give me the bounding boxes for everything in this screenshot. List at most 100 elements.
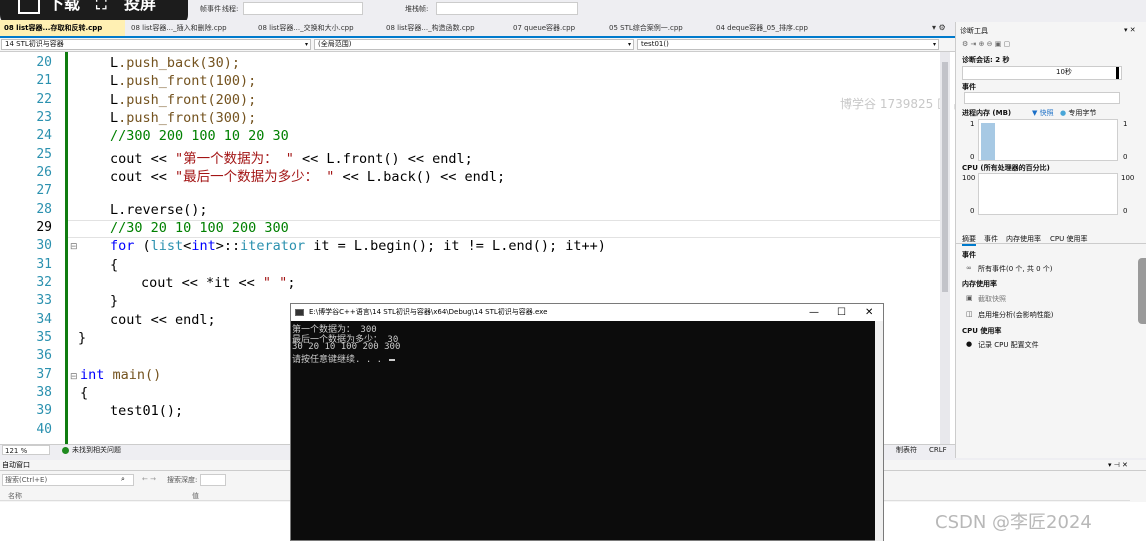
code-line-34: cout << endl; <box>110 312 216 328</box>
line-number-current: 29 <box>36 220 52 235</box>
thread-dropdown[interactable] <box>243 2 363 15</box>
tab-summary[interactable]: 摘要 <box>962 234 976 246</box>
code-line-25: cout << "第一个数据为： " << L.front() << endl; <box>110 151 473 167</box>
fullscreen-icon[interactable]: ⛶ <box>96 0 107 14</box>
line-number: 39 <box>36 403 52 418</box>
events-track[interactable] <box>964 92 1120 104</box>
tab-list-constructor[interactable]: 08 list容器..._构造函数.cpp <box>382 20 506 36</box>
line-number: 23 <box>36 110 52 125</box>
tab-list-swap-size[interactable]: 08 list容器..._交换和大小.cpp <box>254 20 380 36</box>
mem-max-left: 1 <box>970 120 975 128</box>
close-icon[interactable]: ✕ <box>865 304 873 321</box>
diag-tabs: 摘要 事件 内存使用率 CPU 使用率 <box>956 230 1146 246</box>
line-number: 31 <box>36 257 52 272</box>
code-line-35: } <box>78 330 87 346</box>
diag-toolbar-icons[interactable]: ⚙ ⇥ ⊕ ⊖ ▣ ▢ <box>962 40 1010 48</box>
cpu-max-right: 100 <box>1121 174 1135 182</box>
mem-min-right: 0 <box>1123 153 1128 161</box>
cpu-min-right: 0 <box>1123 207 1128 215</box>
line-number: 28 <box>36 202 52 217</box>
console-scrollbar[interactable] <box>875 321 883 541</box>
line-number: 35 <box>36 330 52 345</box>
line-number-gutter: 20 21 22 23 24 25 26 27 28 29 30 31 32 3… <box>0 52 62 444</box>
scope-dropdown[interactable]: (全局范围) ▾ <box>314 39 634 50</box>
cpu-section-title: CPU 使用率 <box>962 327 1002 335</box>
line-number: 22 <box>36 92 52 107</box>
line-number: 38 <box>36 385 52 400</box>
tab-list-access-reverse[interactable]: 08 list容器...存取和反转.cpp <box>0 20 125 36</box>
cpu-max-left: 100 <box>962 174 976 182</box>
code-line-28: L.reverse(); <box>110 202 208 218</box>
console-title-bar[interactable]: E:\博学谷C++语言\14 STL初识与容器\x64\Debug\14 STL… <box>291 304 883 321</box>
column-value[interactable]: 值 <box>192 491 199 501</box>
memory-graph[interactable] <box>978 119 1118 161</box>
session-label: 诊断会话: 2 秒 <box>962 56 1010 64</box>
code-line-39: test01(); <box>110 403 184 419</box>
tab-list-insert-delete[interactable]: 08 list容器..._插入和删除.cpp <box>127 20 252 36</box>
fullscreen-label[interactable]: 投屏 <box>124 0 156 14</box>
code-line-30: for (list<int>::iterator it = L.begin();… <box>110 238 606 254</box>
check-icon <box>62 447 69 454</box>
line-ending[interactable]: CRLF <box>929 445 947 456</box>
tab-queue[interactable]: 07 queue容器.cpp <box>509 20 603 36</box>
console-window[interactable]: E:\博学谷C++语言\14 STL初识与容器\x64\Debug\14 STL… <box>290 303 884 541</box>
window-controls-icon[interactable]: ▾ ⊣ ✕ <box>1108 460 1128 471</box>
tab-overflow-icon[interactable]: ▾ ⚙ <box>932 23 946 32</box>
code-line-38: { <box>80 385 89 401</box>
indent-mode[interactable]: 制表符 <box>896 445 917 456</box>
chevron-down-icon: ▾ <box>932 41 936 48</box>
download-label[interactable]: 下载 <box>48 0 80 14</box>
line-number: 37 <box>36 367 52 382</box>
collapse-icon[interactable]: ⊟ <box>70 372 78 382</box>
tab-cpu-usage[interactable]: CPU 使用率 <box>1050 234 1087 244</box>
csdn-watermark: CSDN @李匠2024 <box>935 512 1092 533</box>
code-line-37: int main() <box>80 367 162 383</box>
code-line-24: //300 200 100 10 20 30 <box>110 128 289 144</box>
zoom-dropdown[interactable]: 121 % <box>2 445 50 455</box>
time-tick: 10秒 <box>1056 68 1072 76</box>
timeline-marker <box>1116 67 1119 79</box>
mem-min-left: 0 <box>970 153 975 161</box>
tab-memory-usage[interactable]: 内存使用率 <box>1006 234 1041 244</box>
document-tabs: 08 list容器...存取和反转.cpp 08 list容器..._插入和删除… <box>0 20 955 38</box>
function-dropdown[interactable]: test01() ▾ <box>637 39 939 50</box>
nav-arrows-icon[interactable]: ← → <box>142 475 156 483</box>
editor-scrollbar-thumb[interactable] <box>942 62 948 292</box>
chevron-down-icon: ▾ <box>627 41 631 48</box>
events-icon: ∞ <box>966 264 972 272</box>
cpu-graph[interactable] <box>978 173 1118 215</box>
download-icon[interactable] <box>18 0 40 14</box>
autos-title: 自动窗口 <box>2 461 30 469</box>
line-number: 32 <box>36 275 52 290</box>
take-snapshot-button[interactable]: 截取快照 <box>978 294 1006 304</box>
console-line: 30 20 10 100 200 300 <box>292 342 401 352</box>
code-line-26: cout << "最后一个数据为多少： " << L.back() << end… <box>110 169 506 185</box>
navigation-bar: 14 STL初识与容器 ▾ (全局范围) ▾ test01() ▾ <box>0 38 955 52</box>
search-depth-dropdown[interactable] <box>200 474 226 486</box>
minimize-icon[interactable]: — <box>809 304 819 321</box>
autos-search-input[interactable]: 搜索(Ctrl+E) <box>2 474 134 486</box>
thread-label: 线程: <box>222 5 239 13</box>
console-app-icon <box>295 309 304 316</box>
window-controls-icon[interactable]: ▾ ✕ <box>1124 26 1136 34</box>
stack-frame-dropdown[interactable] <box>436 2 578 15</box>
events-summary-link[interactable]: 所有事件(0 个, 共 0 个) <box>978 264 1053 274</box>
record-cpu-profile-button[interactable]: 记录 CPU 配置文件 <box>978 340 1039 350</box>
column-name[interactable]: 名称 <box>8 491 22 501</box>
project-dropdown[interactable]: 14 STL初识与容器 ▾ <box>1 39 311 50</box>
tab-stl-case[interactable]: 05 STL综合案例一.cpp <box>605 20 711 36</box>
tab-events[interactable]: 事件 <box>984 234 998 244</box>
side-panel-handle[interactable] <box>1138 258 1146 324</box>
heap-profiling-button[interactable]: 启用堆分析(会影响性能) <box>978 310 1053 320</box>
timeline-ruler[interactable] <box>962 66 1122 80</box>
video-watermark: 博学谷 1739825 区 吕帆部 <box>840 97 955 111</box>
collapse-icon[interactable]: ⊟ <box>70 242 78 252</box>
line-number: 25 <box>36 147 52 162</box>
stack-frame-label: 堆栈帧: <box>405 5 429 13</box>
tab-deque-sort[interactable]: 04 deque容器_05_排序.cpp <box>712 20 838 36</box>
maximize-icon[interactable]: ☐ <box>837 304 846 321</box>
search-icon[interactable]: ⌕ <box>121 475 125 484</box>
issues-status[interactable]: 未找到相关问题 <box>72 445 121 456</box>
line-number: 20 <box>36 55 52 70</box>
code-line-21: L.push_front(100); <box>110 73 257 89</box>
